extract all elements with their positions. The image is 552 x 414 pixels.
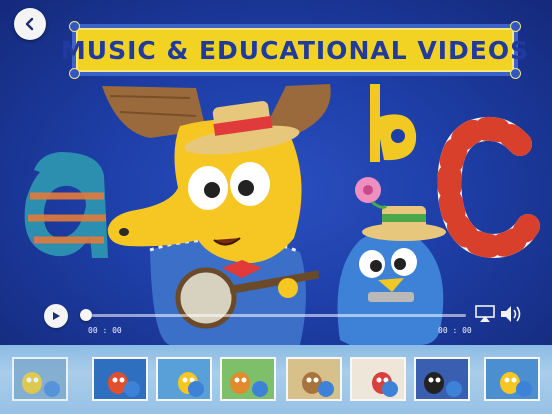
airplay-icon [475, 305, 495, 322]
airplay-button[interactable] [475, 305, 495, 327]
page-title: MUSIC & EDUCATIONAL VIDEOS [60, 35, 530, 65]
video-frame[interactable]: MUSIC & EDUCATIONAL VIDEOS 00 : 00 00 : … [0, 0, 552, 345]
video-thumbnail[interactable] [156, 357, 212, 401]
back-button[interactable] [14, 8, 46, 40]
volume-icon [501, 306, 521, 322]
banner-stud [69, 21, 80, 32]
video-thumbnail[interactable] [12, 357, 68, 401]
title-banner: MUSIC & EDUCATIONAL VIDEOS [61, 21, 528, 79]
letter-b-illustration [370, 84, 417, 162]
play-button[interactable] [44, 304, 68, 328]
volume-button[interactable] [500, 305, 524, 327]
banner-stud [69, 68, 80, 79]
letter-a-illustration [24, 152, 108, 258]
play-icon [53, 312, 60, 320]
video-thumbnail[interactable] [220, 357, 276, 401]
video-thumbnail[interactable] [484, 357, 540, 401]
progress-track[interactable] [86, 314, 466, 317]
video-thumbnail[interactable] [414, 357, 470, 401]
banner-stud [510, 21, 521, 32]
banner-stud [510, 68, 521, 79]
chevron-left-icon [25, 17, 34, 31]
video-thumbnail[interactable] [286, 357, 342, 401]
elapsed-time: 00 : 00 [88, 326, 122, 335]
video-thumbnail-strip [0, 345, 552, 414]
total-time: 00 : 00 [438, 326, 472, 335]
video-thumbnail[interactable] [350, 357, 406, 401]
video-controls: 00 : 00 00 : 00 [0, 296, 552, 345]
letter-c-illustration [437, 117, 540, 259]
progress-knob[interactable] [80, 309, 92, 321]
video-thumbnail[interactable] [92, 357, 148, 401]
